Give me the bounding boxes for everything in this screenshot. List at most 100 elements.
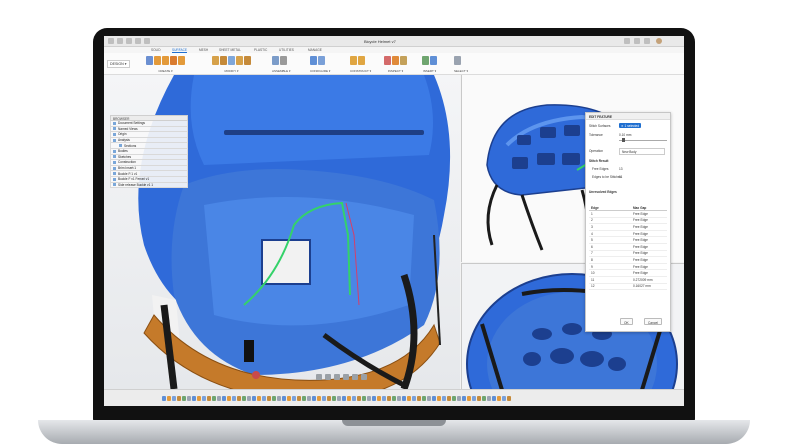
timeline-feature-icon[interactable]	[397, 396, 401, 401]
timeline-feature-icon[interactable]	[477, 396, 481, 401]
timeline-feature-icon[interactable]	[367, 396, 371, 401]
file-icon[interactable]	[117, 38, 123, 44]
extend-icon[interactable]	[220, 56, 227, 65]
timeline-feature-icon[interactable]	[357, 396, 361, 401]
timeline-feature-icon[interactable]	[442, 396, 446, 401]
timeline-feature-icon[interactable]	[272, 396, 276, 401]
timeline-feature-icon[interactable]	[387, 396, 391, 401]
modify-group[interactable]: MODIFY ▾	[212, 56, 251, 74]
notifications-icon[interactable]	[634, 38, 640, 44]
table-row[interactable]: 7 Free Edge	[589, 251, 667, 258]
timeline-feature-icon[interactable]	[287, 396, 291, 401]
trim-icon[interactable]	[212, 56, 219, 65]
tab-mesh[interactable]: MESH	[199, 48, 208, 52]
timeline-feature-icon[interactable]	[472, 396, 476, 401]
pan-icon[interactable]	[325, 374, 331, 380]
as-built-joint-icon[interactable]	[280, 56, 287, 65]
save-icon[interactable]	[126, 38, 132, 44]
select-icon[interactable]	[454, 56, 461, 65]
tolerance-slider-handle[interactable]	[622, 138, 625, 142]
timeline-feature-icon[interactable]	[497, 396, 501, 401]
timeline-feature-icon[interactable]	[197, 396, 201, 401]
tab-plastic[interactable]: PLASTIC	[254, 48, 267, 52]
timeline-feature-icon[interactable]	[277, 396, 281, 401]
timeline-feature-icon[interactable]	[422, 396, 426, 401]
table-row[interactable]: 4 Free Edge	[589, 231, 667, 238]
timeline-feature-icon[interactable]	[297, 396, 301, 401]
tab-solid[interactable]: SOLID	[151, 48, 161, 52]
table-row[interactable]: 9 Free Edge	[589, 264, 667, 271]
table-row[interactable]: 10 Free Edge	[589, 270, 667, 277]
timeline-feature-icon[interactable]	[247, 396, 251, 401]
create-group[interactable]: CREATE ▾	[146, 56, 185, 74]
table-row[interactable]: 3 Free Edge	[589, 224, 667, 231]
timeline-feature-icon[interactable]	[407, 396, 411, 401]
timeline-feature-icon[interactable]	[207, 396, 211, 401]
help-icon[interactable]	[644, 38, 650, 44]
fit-icon[interactable]	[343, 374, 349, 380]
timeline-feature-icon[interactable]	[337, 396, 341, 401]
browser-item-side-release-buckle[interactable]: Side release Buckle v1 1	[110, 182, 188, 189]
configure-icon[interactable]	[310, 56, 317, 65]
timeline-feature-icon[interactable]	[507, 396, 511, 401]
timeline-feature-icon[interactable]	[462, 396, 466, 401]
timeline-feature-icon[interactable]	[172, 396, 176, 401]
inspect-group[interactable]: INSPECT ▾	[384, 56, 407, 74]
stitch-surfaces-selection[interactable]: ✕ 1 selected	[619, 123, 642, 128]
construct-group[interactable]: CONSTRUCT ▾	[350, 56, 371, 74]
timeline-feature-icon[interactable]	[302, 396, 306, 401]
stitch-icon[interactable]	[228, 56, 235, 65]
timeline-feature-icon[interactable]	[267, 396, 271, 401]
sweep-icon[interactable]	[170, 56, 177, 65]
timeline-feature-icon[interactable]	[307, 396, 311, 401]
timeline-feature-icon[interactable]	[342, 396, 346, 401]
thicken-icon[interactable]	[244, 56, 251, 65]
insert-mesh-icon[interactable]	[430, 56, 437, 65]
timeline-feature-icon[interactable]	[182, 396, 186, 401]
tolerance-field[interactable]: 0.10 mm	[619, 133, 631, 137]
joint-icon[interactable]	[272, 56, 279, 65]
tab-utilities[interactable]: UTILITIES	[279, 48, 294, 52]
main-viewport[interactable]: BROWSER Document Settings Named Views Or…	[104, 75, 460, 389]
insert-image-icon[interactable]	[422, 56, 429, 65]
table-row[interactable]: 11 0.272009 mm	[589, 277, 667, 284]
display-settings-icon[interactable]	[352, 374, 358, 380]
grid-icon[interactable]	[361, 374, 367, 380]
new-component-icon[interactable]	[146, 56, 153, 65]
timeline-feature-icon[interactable]	[242, 396, 246, 401]
app-menu-icon[interactable]	[108, 38, 114, 44]
offset-plane-icon[interactable]	[350, 56, 357, 65]
table-row[interactable]: 5 Free Edge	[589, 237, 667, 244]
timeline-feature-icon[interactable]	[212, 396, 216, 401]
revolve-icon[interactable]	[162, 56, 169, 65]
timeline-feature-icon[interactable]	[257, 396, 261, 401]
timeline-feature-icon[interactable]	[362, 396, 366, 401]
tolerance-slider[interactable]	[619, 140, 667, 141]
table-row[interactable]: 12 0.16027 mm	[589, 284, 667, 291]
axis-icon[interactable]	[358, 56, 365, 65]
table-row[interactable]: 1 Free Edge	[589, 211, 667, 218]
timeline-feature-icon[interactable]	[312, 396, 316, 401]
timeline-feature-icon[interactable]	[167, 396, 171, 401]
operation-dropdown[interactable]: New Body	[619, 148, 665, 155]
stitch-result-section[interactable]: Stitch Result	[589, 159, 608, 163]
zoom-icon[interactable]	[334, 374, 340, 380]
extrude-icon[interactable]	[154, 56, 161, 65]
design-workspace-button[interactable]: DESIGN ▾	[107, 60, 130, 68]
timeline-feature-icon[interactable]	[417, 396, 421, 401]
timeline-feature-icon[interactable]	[227, 396, 231, 401]
timeline-feature-icon[interactable]	[187, 396, 191, 401]
insert-group[interactable]: INSERT ▾	[422, 56, 437, 74]
timeline-feature-icon[interactable]	[177, 396, 181, 401]
timeline-feature-icon[interactable]	[217, 396, 221, 401]
timeline-feature-icon[interactable]	[332, 396, 336, 401]
parameters-icon[interactable]	[318, 56, 325, 65]
timeline-feature-icon[interactable]	[282, 396, 286, 401]
timeline-feature-icon[interactable]	[432, 396, 436, 401]
table-row[interactable]: 6 Free Edge	[589, 244, 667, 251]
timeline-feature-icon[interactable]	[492, 396, 496, 401]
orbit-icon[interactable]	[316, 374, 322, 380]
timeline-feature-icon[interactable]	[437, 396, 441, 401]
timeline-feature-icon[interactable]	[327, 396, 331, 401]
loft-icon[interactable]	[178, 56, 185, 65]
